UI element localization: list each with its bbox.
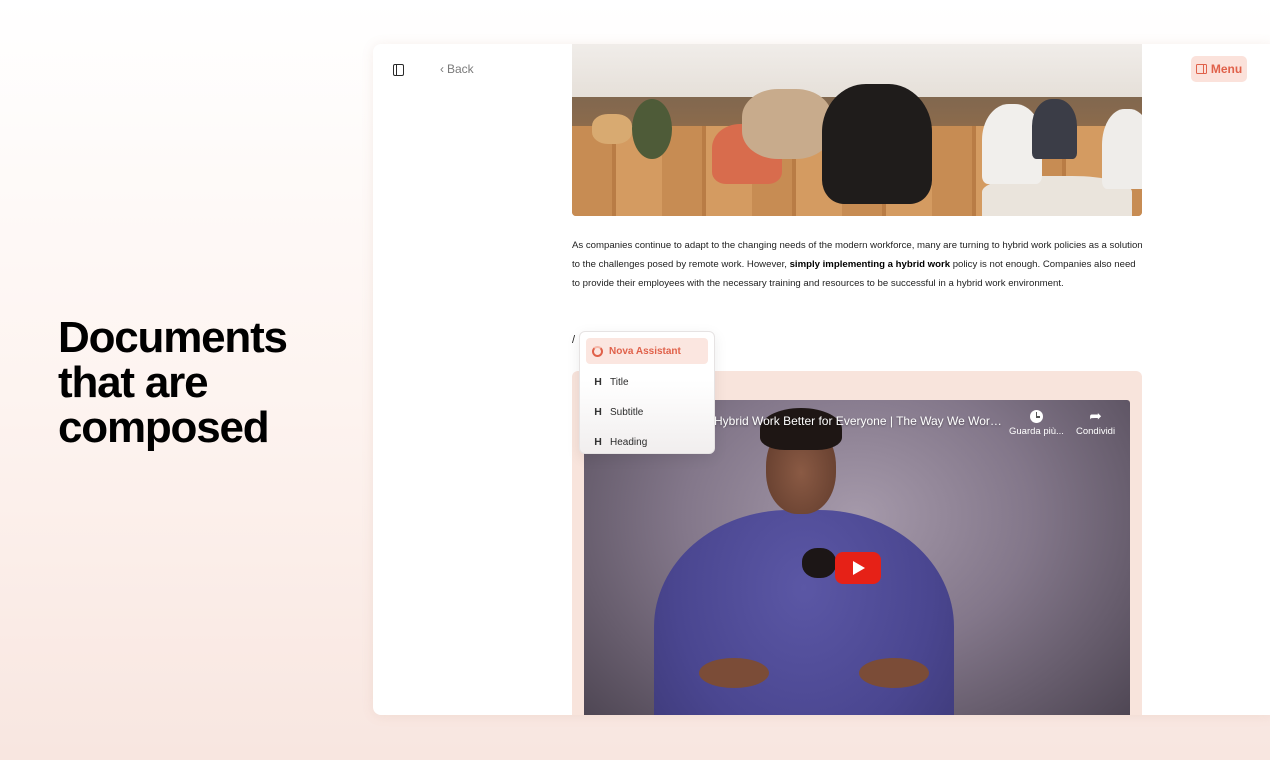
paragraph-bold-text: simply implementing a hybrid work [789,259,951,270]
clock-icon [1029,410,1043,423]
chevron-left-icon: ‹ [440,62,444,76]
panel-right-icon [1195,64,1207,74]
share-icon: ➦ [1089,408,1102,425]
menu-item-label: Subtitle [610,406,644,418]
image-chair [1102,109,1142,189]
menu-button[interactable]: Menu [1191,56,1247,82]
menu-item-heading[interactable]: H Heading [586,429,708,455]
heading-icon: H [594,436,602,448]
heading-icon: H [594,376,602,388]
share-button[interactable]: ➦ Condividi [1076,408,1115,437]
video-title[interactable]: Hybrid Work Better for Everyone | The Wa… [714,414,1004,428]
play-icon[interactable] [835,552,881,584]
image-person [822,84,932,204]
menu-label: Menu [1210,62,1243,76]
image-plant [632,99,672,159]
video-presenter-hand [699,658,769,688]
slash-command-text[interactable]: / [572,334,575,346]
watch-later-button[interactable]: Guarda più... [1009,408,1064,437]
menu-item-label: Nova Assistant [609,345,681,357]
menu-item-title[interactable]: H Title [586,369,708,395]
image-person [742,89,832,159]
document-paragraph[interactable]: As companies continue to adapt to the ch… [572,236,1144,293]
editor-toolbar: ‹ Back Menu [373,44,1270,96]
image-chair [1032,99,1077,159]
image-stool [592,114,632,144]
menu-item-label: Title [610,376,629,388]
back-link[interactable]: ‹ Back [440,62,474,76]
menu-item-label: Heading [610,436,648,448]
menu-item-subtitle[interactable]: H Subtitle [586,399,708,425]
editor-window: ‹ Back Menu As companies continue to adap… [373,44,1270,715]
sidebar-toggle-icon[interactable] [393,64,404,76]
hero-headline: Documents that are composed [58,313,288,452]
heading-icon: H [594,406,602,418]
video-presenter-hand [859,658,929,688]
back-label: Back [447,62,474,76]
watch-later-label: Guarda più... [1009,426,1064,437]
nova-assistant-icon [592,345,603,357]
slash-command-menu: Nova Assistant H Title H Subtitle H Head… [579,331,715,454]
share-label: Condividi [1076,426,1116,437]
video-presenter-brooch [802,548,836,578]
menu-item-nova-assistant[interactable]: Nova Assistant [586,338,708,364]
